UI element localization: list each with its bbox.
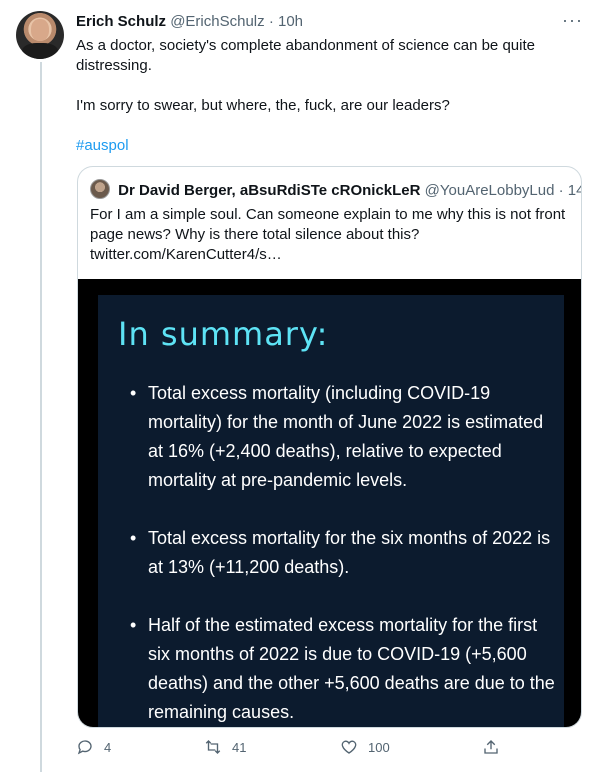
reply-button[interactable]: 4 [76,738,111,756]
slide-bullet: Half of the estimated excess mortality f… [130,611,556,727]
like-count: 100 [368,739,390,755]
quote-time: 14h [567,182,581,199]
quote-author-handle: @YouAreLobbyLud [424,182,555,199]
retweet-button[interactable]: 41 [204,738,246,756]
tweet-text: As a doctor, society's complete abandonm… [76,36,576,156]
tweet-text-line: As a doctor, society's complete abandonm… [76,37,535,74]
quote-text-line: For I am a simple soul. Can someone expl… [90,206,566,243]
quote-media[interactable]: In summary: Total excess mortality (incl… [78,279,581,727]
retweet-count: 41 [232,739,247,755]
quote-avatar [90,179,110,199]
slide-title: In summary: [118,315,329,353]
separator: · [558,182,564,199]
avatar-shirt [22,43,58,59]
tweet-actions: 4 41 100 [76,738,516,762]
tweet-text-line: I'm sorry to swear, but where, the, fuck… [76,97,450,114]
summary-slide: In summary: Total excess mortality (incl… [98,295,564,727]
slide-bullets: Total excess mortality (including COVID-… [130,379,556,727]
separator: · [268,13,274,30]
share-button[interactable] [482,738,500,756]
like-icon [341,740,357,754]
quote-header: Dr David Berger, aBsuRdiSTe cROnickLeR @… [90,179,581,199]
quote-text: For I am a simple soul. Can someone expl… [90,205,572,265]
tweet-header: Erich Schulz @ErichSchulz · 10h [76,13,303,30]
avatar[interactable] [16,11,64,59]
quoted-tweet[interactable]: Dr David Berger, aBsuRdiSTe cROnickLeR @… [77,166,582,728]
hashtag-link[interactable]: #auspol [76,137,129,154]
avatar-face [31,19,49,41]
like-button[interactable]: 100 [340,738,390,756]
author-name[interactable]: Erich Schulz [76,13,166,30]
thread-line [40,62,42,772]
more-icon[interactable]: ··· [562,10,583,31]
share-icon [484,740,498,754]
quote-author-name: Dr David Berger, aBsuRdiSTe cROnickLeR [118,182,421,199]
reply-icon [77,740,92,755]
reply-count: 4 [104,739,112,755]
slide-bullet: Total excess mortality (including COVID-… [130,379,556,495]
author-handle[interactable]: @ErichSchulz [170,13,264,30]
slide-bullet: Total excess mortality for the six month… [130,524,556,582]
quote-link[interactable]: twitter.com/KarenCutter4/s… [90,245,572,265]
retweet-icon [205,740,221,754]
tweet-time[interactable]: 10h [278,13,303,30]
